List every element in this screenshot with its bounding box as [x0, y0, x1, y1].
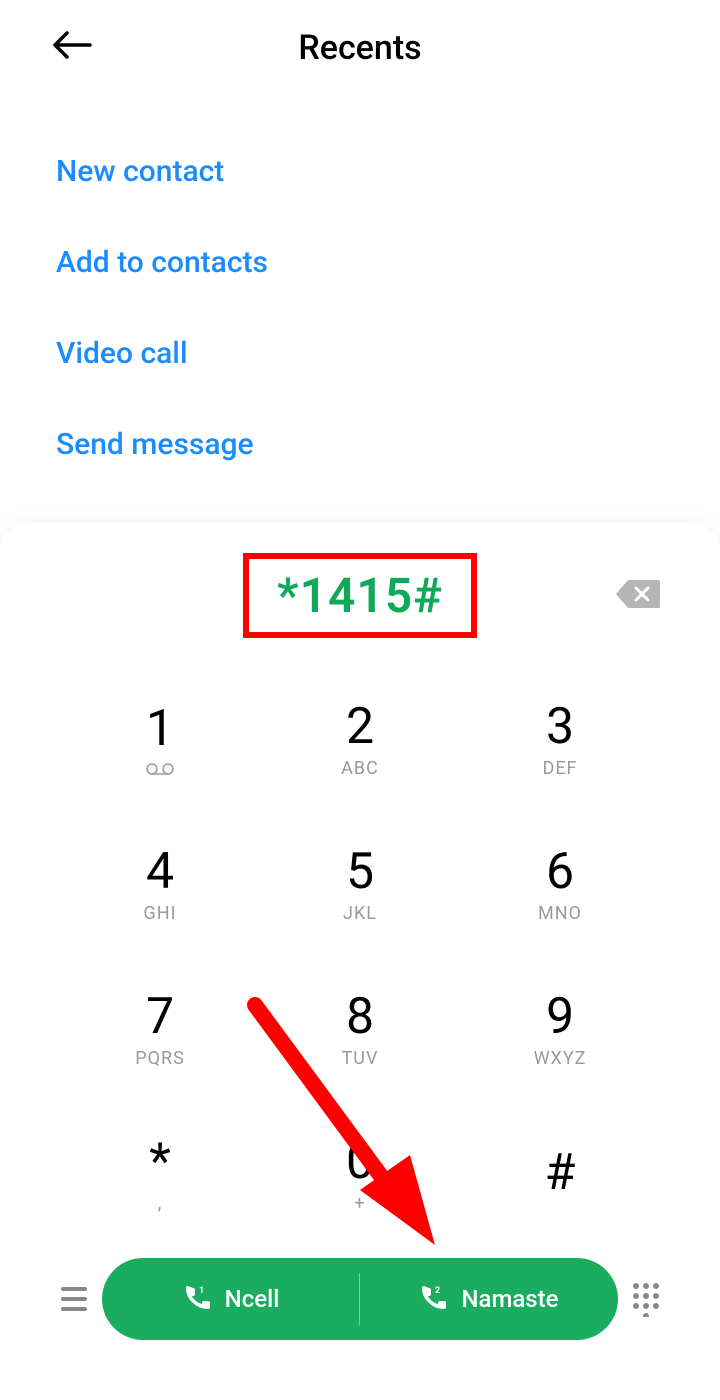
key-0[interactable]: 0 + — [260, 1113, 460, 1238]
dialer-panel: *1415# 1 2 ABC 3 DEF — [0, 523, 720, 1400]
key-5[interactable]: 5 JKL — [260, 823, 460, 948]
action-list: New contact Add to contacts Video call S… — [0, 96, 720, 520]
call-label-sim2: Namaste — [461, 1285, 558, 1313]
key-3[interactable]: 3 DEF — [460, 678, 660, 803]
key-hash[interactable]: # — [460, 1113, 660, 1238]
video-call-action[interactable]: Video call — [56, 308, 664, 399]
phone-icon: 2 — [419, 1283, 447, 1315]
key-star[interactable]: * , — [60, 1113, 260, 1238]
send-message-action[interactable]: Send message — [56, 399, 664, 490]
highlight-box: *1415# — [243, 553, 477, 638]
key-4[interactable]: 4 GHI — [60, 823, 260, 948]
dialed-number: *1415# — [277, 567, 443, 624]
call-button-row: 1 Ncell 2 Namaste — [0, 1238, 720, 1390]
call-button-sim2[interactable]: 2 Namaste — [360, 1258, 618, 1340]
key-1[interactable]: 1 — [60, 678, 260, 803]
key-2[interactable]: 2 ABC — [260, 678, 460, 803]
call-button-sim1[interactable]: 1 Ncell — [102, 1258, 360, 1340]
svg-text:2: 2 — [435, 1286, 440, 1296]
key-9[interactable]: 9 WXYZ — [460, 968, 660, 1093]
add-to-contacts-action[interactable]: Add to contacts — [56, 217, 664, 308]
back-arrow-icon[interactable] — [52, 30, 92, 64]
header: Recents — [0, 0, 720, 96]
phone-icon: 1 — [183, 1283, 211, 1315]
number-display-row: *1415# — [0, 553, 720, 638]
call-button-container: 1 Ncell 2 Namaste — [102, 1258, 618, 1340]
voicemail-icon — [146, 760, 174, 778]
svg-text:1: 1 — [199, 1286, 204, 1296]
key-7[interactable]: 7 PQRS — [60, 968, 260, 1093]
new-contact-action[interactable]: New contact — [56, 126, 664, 217]
key-6[interactable]: 6 MNO — [460, 823, 660, 948]
dialpad-grid-icon[interactable] — [630, 1281, 690, 1317]
page-title: Recents — [32, 28, 688, 68]
backspace-icon[interactable] — [616, 578, 660, 614]
menu-icon[interactable] — [30, 1287, 90, 1311]
key-8[interactable]: 8 TUV — [260, 968, 460, 1093]
call-label-sim1: Ncell — [225, 1285, 280, 1313]
keypad: 1 2 ABC 3 DEF 4 GHI 5 JKL 6 — [0, 678, 720, 1238]
